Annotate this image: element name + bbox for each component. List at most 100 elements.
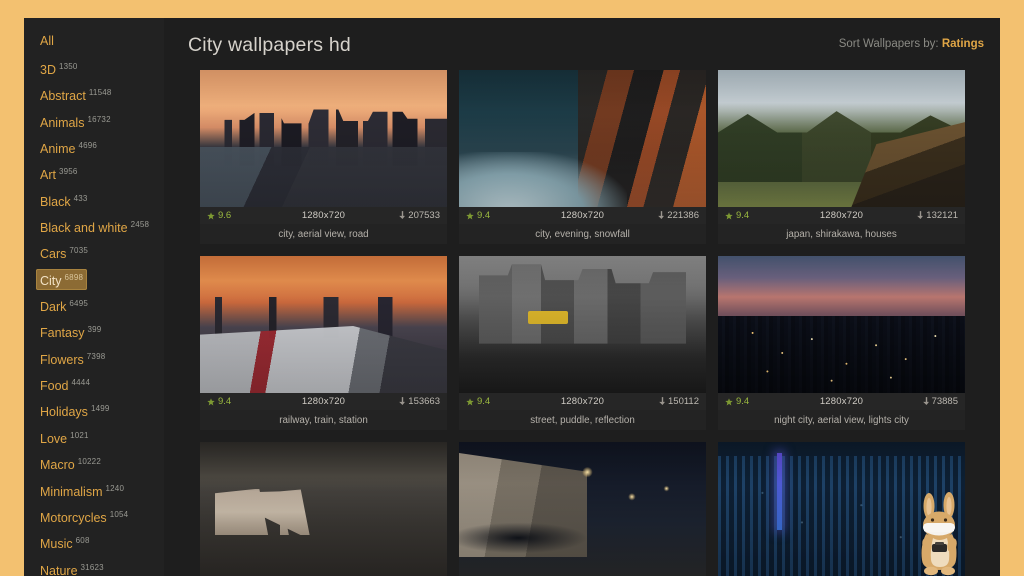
wallpaper-thumbnail[interactable] bbox=[459, 442, 706, 576]
wallpaper-card[interactable]: 9.61280x720207533city, aerial view, road bbox=[200, 70, 447, 244]
thumbnail-art bbox=[718, 256, 965, 393]
sidebar-item-anime[interactable]: Anime4696 bbox=[36, 137, 101, 158]
sidebar-item-black-and-white[interactable]: Black and white2458 bbox=[36, 216, 153, 237]
downloads-value: 153663 bbox=[408, 396, 440, 407]
download-icon bbox=[399, 211, 406, 220]
download-icon bbox=[399, 397, 406, 406]
star-icon bbox=[207, 398, 215, 406]
sidebar-item-count: 2458 bbox=[131, 220, 150, 229]
sidebar-item-all[interactable]: All bbox=[36, 32, 58, 50]
wallpaper-thumbnail[interactable] bbox=[718, 256, 965, 393]
sidebar-item-count: 1240 bbox=[106, 484, 125, 493]
sidebar-item-count: 1054 bbox=[110, 510, 129, 519]
thumbnail-art bbox=[718, 70, 965, 207]
star-icon bbox=[466, 212, 474, 220]
wallpaper-tags[interactable]: railway, train, station bbox=[200, 410, 447, 430]
sidebar-item-motorcycles[interactable]: Motorcycles1054 bbox=[36, 506, 132, 527]
sidebar-item-label: Music bbox=[40, 537, 73, 551]
sidebar-item-label: Holidays bbox=[40, 406, 88, 420]
wallpaper-thumbnail[interactable] bbox=[459, 70, 706, 207]
sidebar-item-label: Fantasy bbox=[40, 327, 84, 341]
wallpaper-card[interactable] bbox=[200, 442, 447, 576]
thumbnail-art bbox=[459, 442, 706, 576]
wallpaper-tags[interactable]: city, evening, snowfall bbox=[459, 224, 706, 244]
sidebar-item-cars[interactable]: Cars7035 bbox=[36, 242, 92, 263]
wallpaper-thumbnail[interactable] bbox=[200, 70, 447, 207]
sidebar-item-count: 3956 bbox=[59, 167, 78, 176]
thumbnail-art bbox=[200, 256, 447, 393]
sidebar-item-minimalism[interactable]: Minimalism1240 bbox=[36, 480, 128, 501]
wallpaper-tags[interactable]: japan, shirakawa, houses bbox=[718, 224, 965, 244]
sidebar-item-count: 6898 bbox=[65, 273, 84, 282]
sidebar-item-art[interactable]: Art3956 bbox=[36, 163, 82, 184]
sidebar-item-music[interactable]: Music608 bbox=[36, 532, 94, 553]
resolution-value: 1280x720 bbox=[789, 396, 894, 407]
wallpaper-card[interactable]: 9.41280x72073885night city, aerial view,… bbox=[718, 256, 965, 430]
wallpaper-thumbnail[interactable] bbox=[200, 442, 447, 576]
sidebar-item-count: 10222 bbox=[78, 457, 101, 466]
sidebar-item-nature[interactable]: Nature31623 bbox=[36, 559, 108, 576]
wallpaper-thumbnail[interactable] bbox=[200, 256, 447, 393]
wallpaper-row bbox=[200, 442, 982, 576]
rating-value: 9.6 bbox=[218, 210, 231, 221]
sidebar-item-3d[interactable]: 3D1350 bbox=[36, 58, 82, 79]
sidebar-item-label: Love bbox=[40, 432, 67, 446]
sidebar-item-count: 6495 bbox=[69, 299, 88, 308]
sort-label: Sort Wallpapers by: bbox=[839, 38, 939, 50]
sort-value[interactable]: Ratings bbox=[942, 38, 984, 50]
resolution-value: 1280x720 bbox=[271, 396, 376, 407]
sidebar-item-label: Anime bbox=[40, 142, 75, 156]
wallpaper-thumbnail[interactable] bbox=[718, 70, 965, 207]
downloads-value: 150112 bbox=[668, 396, 699, 407]
wallpaper-meta-row: 9.4 1280x720 153663 bbox=[200, 393, 447, 410]
wallpaper-meta-row: 9.41280x72073885 bbox=[718, 393, 965, 410]
sidebar-item-city[interactable]: City6898 bbox=[36, 269, 87, 290]
download-icon bbox=[659, 397, 666, 406]
sidebar-item-food[interactable]: Food4444 bbox=[36, 374, 94, 395]
sidebar-item-label: Nature bbox=[40, 564, 78, 576]
rating-value: 9.4 bbox=[218, 396, 231, 407]
sidebar-item-label: Flowers bbox=[40, 353, 84, 367]
wallpaper-thumbnail[interactable] bbox=[459, 256, 706, 393]
sidebar-item-abstract[interactable]: Abstract11548 bbox=[36, 84, 116, 105]
wallpaper-card[interactable]: 9.41280x720132121japan, shirakawa, house… bbox=[718, 70, 965, 244]
sidebar-item-love[interactable]: Love1021 bbox=[36, 427, 93, 448]
category-sidebar: All3D1350Abstract11548Animals16732Anime4… bbox=[24, 18, 164, 576]
rating-value: 9.4 bbox=[477, 210, 490, 221]
downloads-value: 73885 bbox=[932, 396, 958, 407]
star-icon bbox=[725, 212, 733, 220]
wallpaper-card[interactable] bbox=[459, 442, 706, 576]
downloads-group: 73885 bbox=[894, 396, 958, 407]
downloads-group: 207533 bbox=[376, 210, 440, 221]
sidebar-item-label: City bbox=[40, 274, 62, 288]
wallpaper-card[interactable]: 9.4 1280x720 153663 railway, train, station bbox=[200, 256, 447, 430]
sidebar-item-count: 11548 bbox=[89, 88, 112, 97]
sidebar-item-flowers[interactable]: Flowers7398 bbox=[36, 348, 109, 369]
sidebar-item-label: Black bbox=[40, 195, 71, 209]
sidebar-item-macro[interactable]: Macro10222 bbox=[36, 453, 105, 474]
sidebar-item-dark[interactable]: Dark6495 bbox=[36, 295, 92, 316]
sidebar-item-animals[interactable]: Animals16732 bbox=[36, 111, 115, 132]
wallpaper-tags[interactable]: street, puddle, reflection bbox=[459, 410, 706, 430]
download-icon bbox=[923, 397, 930, 406]
sidebar-item-count: 16732 bbox=[87, 115, 110, 124]
sidebar-item-label: 3D bbox=[40, 63, 56, 77]
sidebar-item-count: 7035 bbox=[69, 246, 88, 255]
thumbnail-art bbox=[459, 70, 706, 207]
downloads-value: 132121 bbox=[926, 210, 958, 221]
sidebar-item-holidays[interactable]: Holidays1499 bbox=[36, 400, 114, 421]
wallpaper-grid: 9.6 1280x720 207533 city, aerial view, road… bbox=[164, 70, 1000, 576]
wallpaper-card[interactable]: 9.41280x720150112street, puddle, reflect… bbox=[459, 256, 706, 430]
wallpaper-card[interactable]: 9.41280x720221386city, evening, snowfall bbox=[459, 70, 706, 244]
rating-value: 9.4 bbox=[477, 396, 490, 407]
sidebar-item-count: 4444 bbox=[72, 378, 91, 387]
sort-control[interactable]: Sort Wallpapers by: Ratings bbox=[839, 38, 984, 50]
wallpaper-tags[interactable]: night city, aerial view, lights city bbox=[718, 410, 965, 430]
sidebar-item-black[interactable]: Black433 bbox=[36, 190, 92, 211]
sidebar-item-fantasy[interactable]: Fantasy399 bbox=[36, 321, 105, 342]
downloads-group: 153663 bbox=[376, 396, 440, 407]
download-icon bbox=[917, 211, 924, 220]
wallpaper-meta-row: 9.41280x720150112 bbox=[459, 393, 706, 410]
wallpaper-tags[interactable]: city, aerial view, road bbox=[200, 224, 447, 244]
wallpaper-meta-row: 9.41280x720221386 bbox=[459, 207, 706, 224]
